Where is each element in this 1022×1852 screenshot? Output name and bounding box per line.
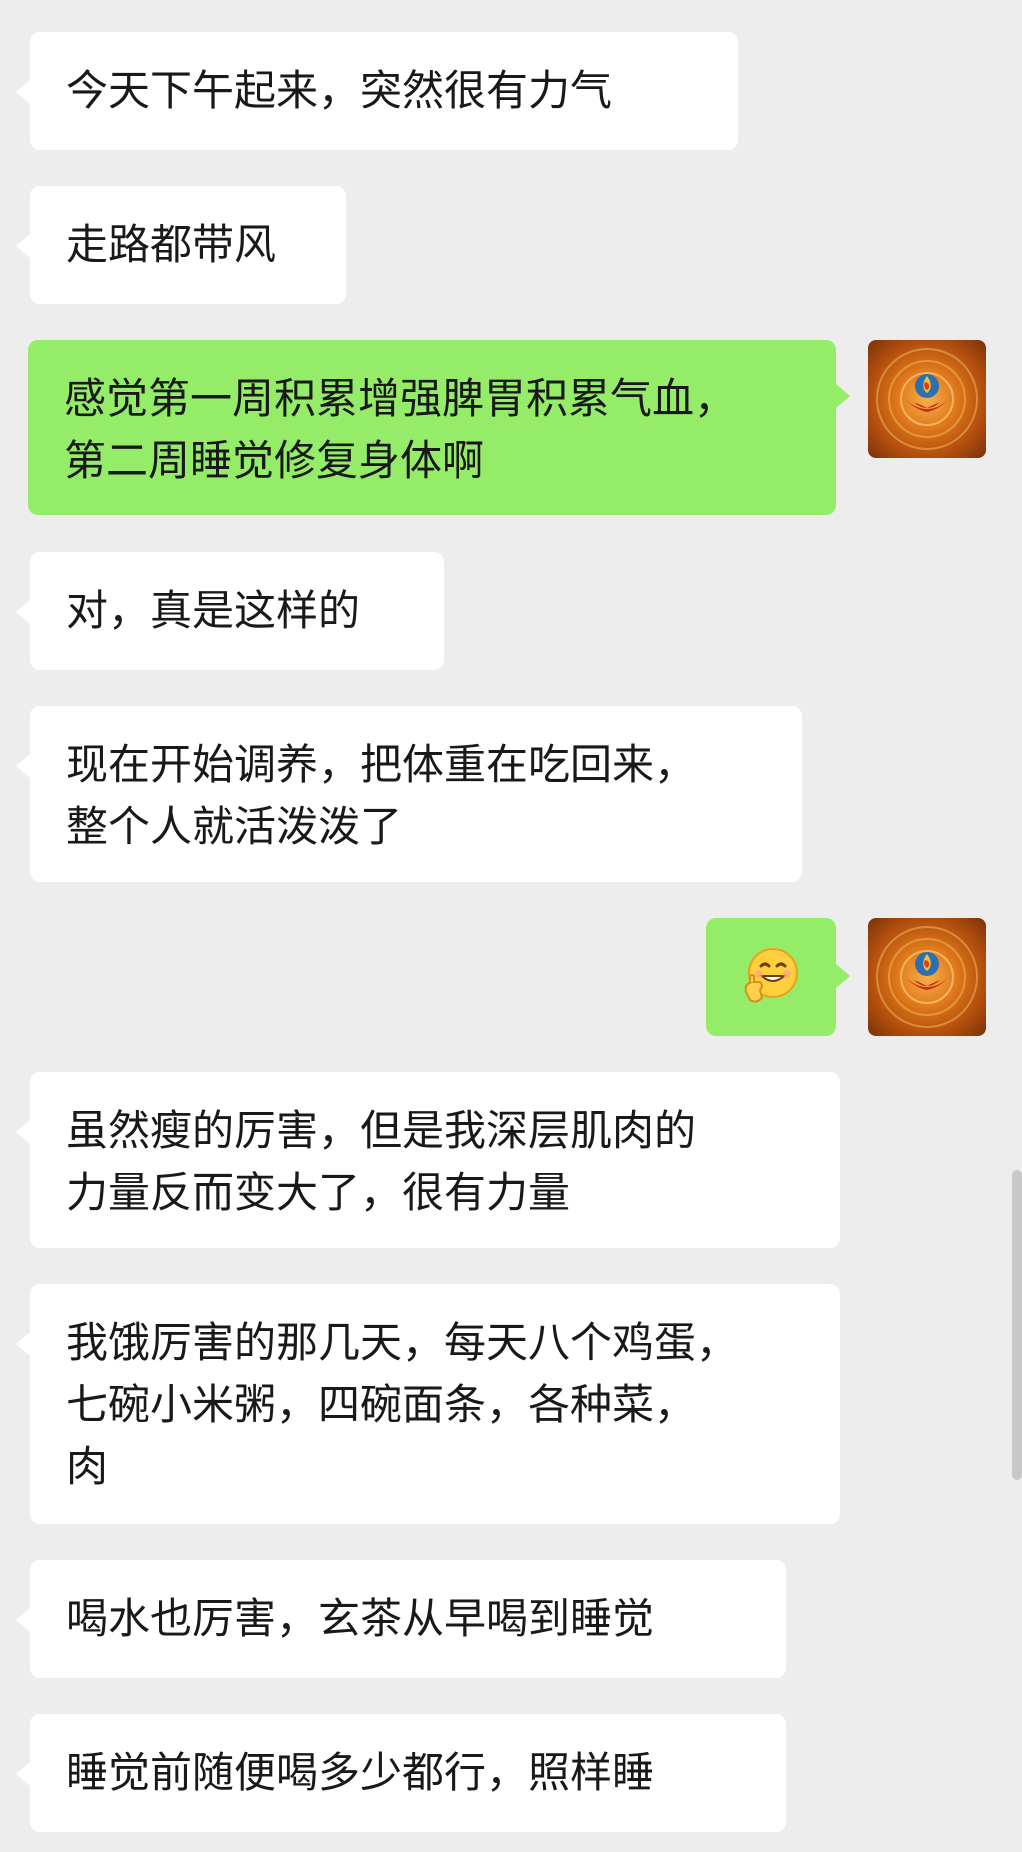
message-bubble[interactable]: 对，真是这样的: [30, 552, 444, 670]
bubble-tail: [16, 754, 30, 778]
user-avatar[interactable]: [868, 918, 986, 1036]
message-bubble[interactable]: 睡觉前随便喝多少都行，照样睡: [30, 1714, 786, 1832]
bubble-tail: [16, 600, 30, 624]
bubble-tail: [836, 384, 850, 408]
bubble-tail: [16, 234, 30, 258]
bubble-tail: [16, 1332, 30, 1356]
bubble-tail: [16, 1120, 30, 1144]
message-bubble[interactable]: 虽然瘦的厉害，但是我深层肌肉的 力量反而变大了，很有力量: [30, 1072, 840, 1248]
lotus-flame-avatar-icon: [876, 348, 978, 450]
bubble-tail: [836, 964, 850, 988]
bubble-tail: [16, 80, 30, 104]
message-bubble[interactable]: [706, 918, 836, 1036]
chat-window: 今天下午起来，突然很有力气 走路都带风 感觉第一周积累增强脾胃积累气血， 第二周…: [0, 0, 1022, 1852]
message-bubble[interactable]: 我饿厉害的那几天，每天八个鸡蛋， 七碗小米粥，四碗面条，各种菜， 肉: [30, 1284, 840, 1524]
bubble-tail: [16, 1762, 30, 1786]
lotus-flame-avatar-icon: [876, 926, 978, 1028]
grin-fist-emoji: [744, 948, 798, 1003]
user-avatar[interactable]: [868, 340, 986, 458]
message-bubble[interactable]: 喝水也厉害，玄茶从早喝到睡觉: [30, 1560, 786, 1678]
message-bubble[interactable]: 感觉第一周积累增强脾胃积累气血， 第二周睡觉修复身体啊: [28, 340, 836, 515]
message-bubble[interactable]: 现在开始调养，把体重在吃回来， 整个人就活泼泼了: [30, 706, 802, 882]
bubble-tail: [16, 1608, 30, 1632]
message-bubble[interactable]: 走路都带风: [30, 186, 346, 304]
message-bubble[interactable]: 今天下午起来，突然很有力气: [30, 32, 738, 150]
scrollbar[interactable]: [1012, 1170, 1022, 1480]
